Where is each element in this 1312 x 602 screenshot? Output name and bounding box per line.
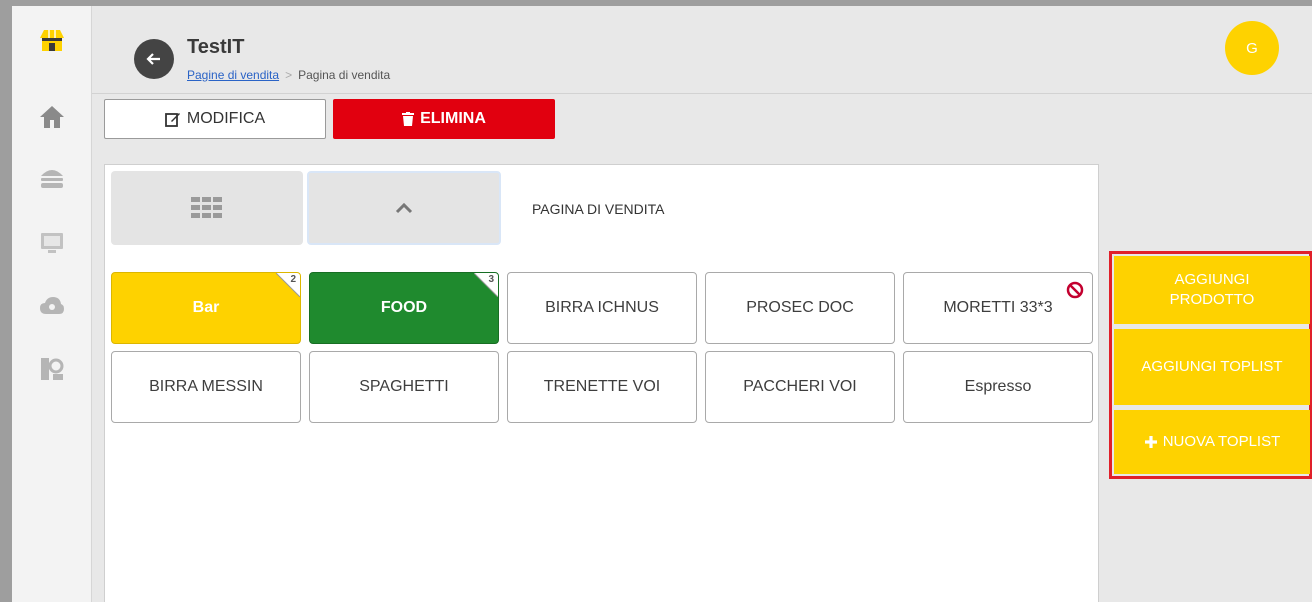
add-product-button[interactable]: AGGIUNGI PRODOTTO [1114, 256, 1310, 324]
breadcrumb-link[interactable]: Pagine di vendita [187, 68, 279, 82]
store-icon[interactable] [12, 28, 92, 54]
product-tile[interactable]: PACCHERI VOI [705, 351, 895, 423]
tile-badge: 3 [488, 274, 494, 285]
add-product-label: AGGIUNGI PRODOTTO [1169, 271, 1255, 308]
breadcrumb-current: Pagina di vendita [298, 68, 391, 82]
grid-icon [191, 197, 222, 218]
burger-icon[interactable] [12, 166, 92, 190]
app-window: TestIT Pagine di vendita > Pagina di ven… [12, 6, 1312, 602]
product-tile[interactable]: Espresso [903, 351, 1093, 423]
tile-label: PROSEC DOC [746, 299, 854, 316]
arrow-left-icon [146, 53, 160, 65]
product-tile[interactable]: MORETTI 33*3 [903, 272, 1093, 344]
add-toplist-label: AGGIUNGI TOPLIST [1141, 358, 1283, 375]
tile-label: PACCHERI VOI [743, 378, 857, 395]
tile-badge: 2 [290, 274, 296, 285]
tile-label: BIRRA MESSIN [149, 378, 263, 395]
add-toplist-button[interactable]: AGGIUNGI TOPLIST [1114, 329, 1310, 405]
home-icon[interactable] [12, 104, 92, 130]
tile-label: BIRRA ICHNUS [545, 299, 659, 316]
tile-label: Espresso [964, 378, 1032, 395]
delete-button[interactable]: ELIMINA [333, 99, 555, 139]
product-tile[interactable]: PROSEC DOC [705, 272, 895, 344]
edit-icon [164, 113, 180, 127]
grid-view-button[interactable] [111, 171, 303, 245]
cloud-icon[interactable] [12, 296, 92, 316]
product-tile[interactable]: TRENETTE VOI [507, 351, 697, 423]
tile-label: SPAGHETTI [359, 378, 449, 395]
header: TestIT Pagine di vendita > Pagina di ven… [92, 6, 1312, 94]
folder-tile-food[interactable]: 3 FOOD [309, 272, 499, 344]
plus-icon [1144, 436, 1157, 448]
breadcrumb: Pagine di vendita > Pagina di vendita [187, 68, 390, 82]
tile-label: MORETTI 33*3 [943, 299, 1053, 316]
product-tile[interactable]: SPAGHETTI [309, 351, 499, 423]
user-search-icon[interactable] [12, 356, 92, 382]
sales-page-panel: PAGINA DI VENDITA 2 Bar 3 FOOD BIRRA ICH… [104, 164, 1099, 602]
page-title: TestIT [187, 36, 245, 58]
sidebar [12, 6, 92, 602]
breadcrumb-separator-icon: > [285, 68, 293, 82]
folder-corner-icon [474, 273, 498, 297]
action-column: AGGIUNGI PRODOTTO AGGIUNGI TOPLIST NUOVA… [1109, 251, 1312, 479]
navigate-up-button[interactable] [307, 171, 501, 245]
product-tile[interactable]: BIRRA MESSIN [111, 351, 301, 423]
folder-tile-bar[interactable]: 2 Bar [111, 272, 301, 344]
chevron-up-icon [395, 202, 413, 214]
tile-label: TRENETTE VOI [543, 378, 661, 395]
edit-button-label: MODIFICA [186, 110, 266, 127]
tile-label: Bar [192, 299, 220, 316]
product-tile[interactable]: BIRRA ICHNUS [507, 272, 697, 344]
ban-icon [1066, 281, 1084, 299]
new-toplist-button[interactable]: NUOVA TOPLIST [1114, 410, 1310, 474]
delete-button-label: ELIMINA [420, 110, 486, 127]
pos-terminal-icon[interactable] [12, 231, 92, 255]
new-toplist-label: NUOVA TOPLIST [1162, 433, 1281, 450]
folder-corner-icon [276, 273, 300, 297]
back-button[interactable] [134, 39, 174, 79]
tile-label: FOOD [380, 299, 428, 316]
trash-icon [402, 112, 415, 126]
edit-button[interactable]: MODIFICA [104, 99, 326, 139]
page-label: PAGINA DI VENDITA [532, 201, 665, 217]
avatar[interactable]: G [1225, 21, 1279, 75]
